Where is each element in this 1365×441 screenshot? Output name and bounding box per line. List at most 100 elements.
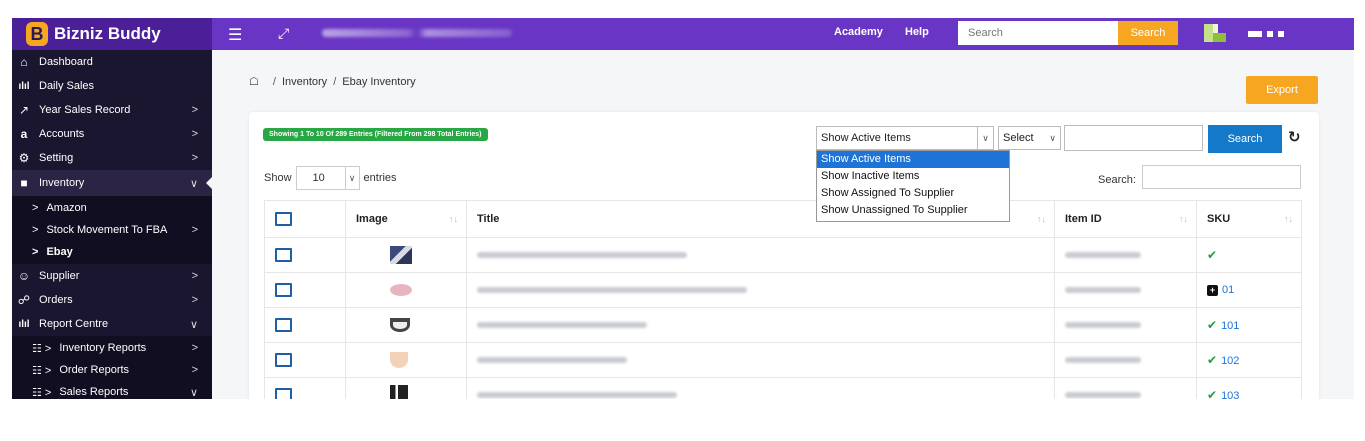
nav-academy[interactable]: Academy (834, 26, 883, 38)
filter-text-input[interactable] (1064, 125, 1203, 151)
add-sku-icon[interactable]: + (1207, 285, 1218, 296)
sidebar-subitem-label: Amazon (46, 202, 87, 214)
sidebar-item-daily-sales[interactable]: ılıl Daily Sales (12, 74, 212, 98)
sort-icon[interactable]: ↑↓ (449, 214, 458, 224)
gear-icon: ⚙ (18, 151, 30, 165)
user-icon: ☺ (17, 269, 31, 283)
sidebar-item-accounts[interactable]: a Accounts > (12, 122, 212, 146)
column-header-sku[interactable]: SKU ↑↓ (1196, 200, 1302, 238)
status-filter-dropdown: Show Active Items Show Inactive Items Sh… (816, 150, 1010, 222)
sidebar-item-label: Setting (39, 152, 74, 164)
entries-label: entries (363, 172, 397, 184)
sidebar-item-label: Orders (39, 294, 73, 306)
chevron-right-icon: > (32, 224, 39, 236)
sku-value[interactable]: 01 (1222, 284, 1234, 296)
sidebar-item-setting[interactable]: ⚙ Setting > (12, 146, 212, 170)
expand-icon[interactable]: ⤢ (278, 25, 289, 42)
status-filter-value: Show Active Items (821, 132, 911, 144)
row-checkbox[interactable] (275, 388, 292, 399)
row-checkbox[interactable] (275, 248, 292, 262)
sort-icon[interactable]: ↑↓ (1179, 214, 1188, 224)
hamburger-icon[interactable]: ☰ (228, 25, 242, 45)
chevron-down-icon: ∨ (344, 167, 359, 189)
brand[interactable]: B Bizniz Buddy (12, 18, 212, 50)
select-all-checkbox[interactable] (275, 212, 292, 226)
check-icon: ✔ (1207, 353, 1218, 367)
home-icon[interactable]: ☖ (249, 75, 259, 88)
row-checkbox[interactable] (275, 353, 292, 367)
table-search-label: Search: (1098, 174, 1136, 186)
sku-value[interactable]: 103 (1221, 390, 1239, 399)
sidebar-subitem-label: Order Reports (59, 364, 130, 376)
factory-icon: ■ (20, 176, 28, 190)
product-title-redacted (477, 322, 647, 329)
export-button[interactable]: Export (1246, 76, 1318, 104)
sidebar-subitem-ebay[interactable]: > Ebay (12, 241, 212, 263)
report-icon: ☷ > (32, 364, 52, 377)
table-row[interactable]: ✔ 102 (264, 342, 1302, 378)
sku-value[interactable]: 102 (1221, 355, 1239, 367)
top-search-button[interactable]: Search (1118, 21, 1178, 45)
sidebar-subitem-sales-reports[interactable]: ☷ > Sales Reports ∨ (12, 381, 212, 399)
sku-value[interactable]: 101 (1221, 320, 1239, 332)
sidebar-item-inventory[interactable]: ■ Inventory ∨ (12, 170, 212, 196)
table-search-input[interactable] (1142, 165, 1301, 189)
cart-icon: ☍ (17, 293, 31, 307)
nav-help[interactable]: Help (905, 26, 929, 38)
sidebar-item-dashboard[interactable]: ⌂ Dashboard (12, 50, 212, 74)
chevron-right-icon: > (191, 104, 198, 116)
sort-icon[interactable]: ↑↓ (1037, 214, 1046, 224)
sidebar-subitem-amazon[interactable]: > Amazon (12, 197, 212, 219)
entries-count-badge: Showing 1 To 10 Of 289 Entries (Filtered… (263, 128, 488, 141)
status-option-inactive[interactable]: Show Inactive Items (817, 168, 1009, 185)
sidebar-subitem-inventory-reports[interactable]: ☷ > Inventory Reports > (12, 337, 212, 359)
column-header-image[interactable]: Image ↑↓ (345, 200, 467, 238)
chevron-down-icon: ∨ (189, 177, 198, 190)
sidebar-item-report-centre[interactable]: ılıl Report Centre ∨ (12, 312, 212, 336)
product-thumbnail (390, 352, 408, 368)
sidebar-item-orders[interactable]: ☍ Orders > (12, 288, 212, 312)
inventory-table: Image ↑↓ Title ↑↓ Item ID ↑↓ SKU ↑↓ ✔ + … (264, 200, 1302, 399)
table-row[interactable]: ✔ 103 (264, 377, 1302, 399)
table-row[interactable]: ✔ 101 (264, 307, 1302, 343)
refresh-icon[interactable]: ↻ (1288, 128, 1301, 146)
sidebar-item-label: Supplier (39, 270, 80, 282)
sidebar-item-year-sales-record[interactable]: ↗ Year Sales Record > (12, 98, 212, 122)
report-icon: ☷ > (32, 342, 52, 355)
user-menu-icon[interactable] (1248, 31, 1286, 37)
status-option-assigned[interactable]: Show Assigned To Supplier (817, 185, 1009, 202)
top-search-input[interactable] (958, 21, 1118, 45)
column-header-item-id[interactable]: Item ID ↑↓ (1054, 200, 1197, 238)
sidebar-subitem-label: Stock Movement To FBA (46, 224, 168, 236)
breadcrumb-inventory[interactable]: Inventory (282, 76, 327, 88)
sidebar-subitem-stock-movement[interactable]: > Stock Movement To FBA > (12, 219, 212, 241)
breadcrumb-ebay-inventory: Ebay Inventory (342, 75, 416, 88)
report-submenu: ☷ > Inventory Reports > ☷ > Order Report… (12, 336, 212, 399)
blurred-datetime (322, 29, 512, 37)
table-row[interactable]: +01 (264, 272, 1302, 308)
status-option-active[interactable]: Show Active Items (817, 151, 1009, 168)
row-checkbox[interactable] (275, 318, 292, 332)
amazon-icon: a (20, 127, 28, 141)
user-avatar-icon[interactable] (1204, 24, 1226, 42)
table-row[interactable]: ✔ (264, 237, 1302, 273)
sidebar-subitem-label: Sales Reports (59, 386, 129, 398)
chevron-down-icon: ∨ (977, 127, 993, 149)
sidebar-subitem-order-reports[interactable]: ☷ > Order Reports > (12, 359, 212, 381)
entries-per-page-select[interactable]: 10 ∨ (295, 166, 360, 190)
breadcrumb: ☖ / Inventory / Ebay Inventory (249, 75, 416, 89)
sidebar-item-label: Report Centre (39, 318, 109, 330)
status-filter-select[interactable]: Show Active Items ∨ (816, 126, 994, 150)
filter-search-button[interactable]: Search (1208, 125, 1282, 153)
secondary-filter-select[interactable]: Select ∨ (998, 126, 1061, 150)
row-checkbox[interactable] (275, 283, 292, 297)
product-title-redacted (477, 392, 677, 399)
status-option-unassigned[interactable]: Show Unassigned To Supplier (817, 202, 1009, 219)
bar-chart-icon: ılıl (18, 318, 30, 330)
chevron-right-icon: > (191, 364, 198, 376)
bar-chart-icon: ılıl (18, 80, 30, 92)
sort-icon[interactable]: ↑↓ (1284, 214, 1293, 224)
table-header-row: Image ↑↓ Title ↑↓ Item ID ↑↓ SKU ↑↓ (264, 200, 1302, 238)
sidebar-item-supplier[interactable]: ☺ Supplier > (12, 264, 212, 288)
product-thumbnail (390, 318, 410, 332)
